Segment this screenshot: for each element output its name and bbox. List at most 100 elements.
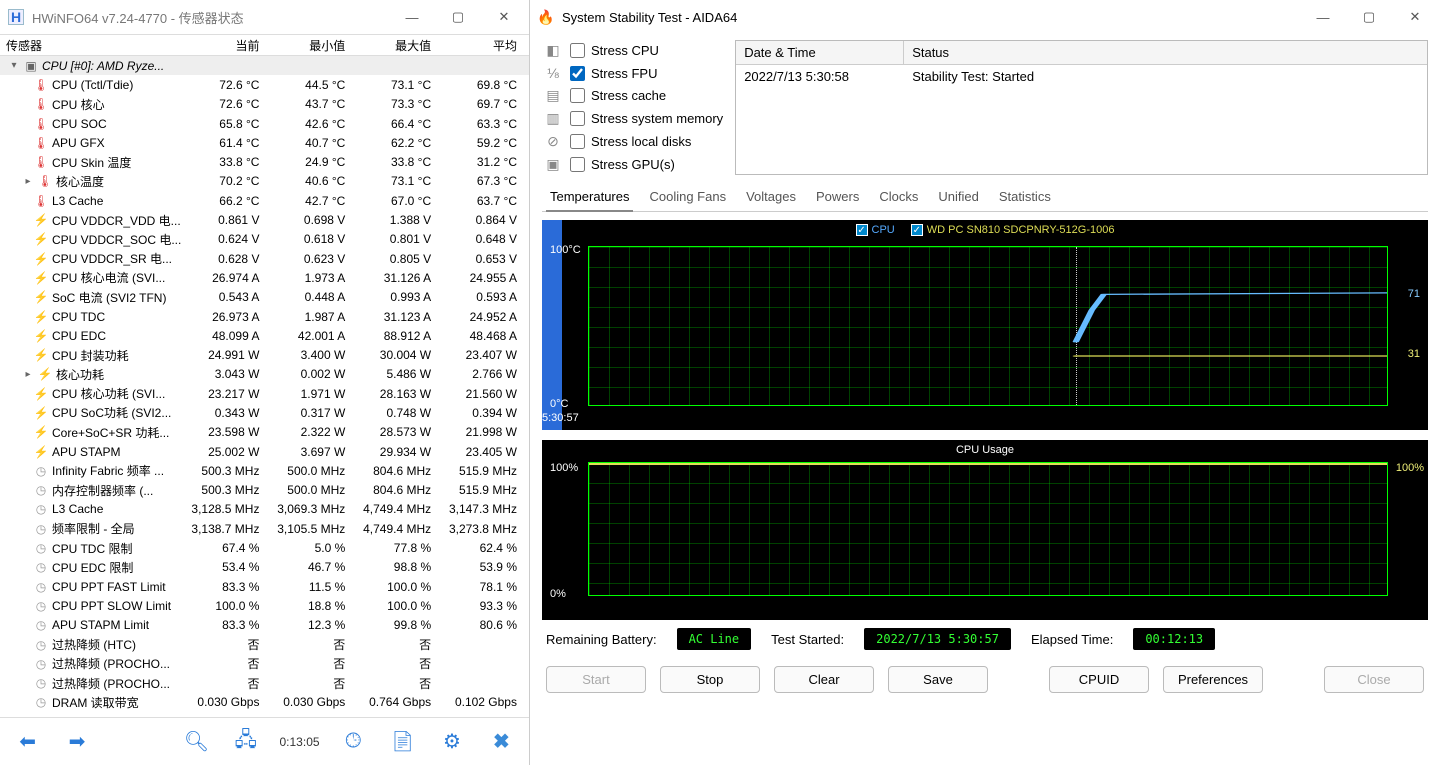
tab-cooling-fans[interactable]: Cooling Fans — [645, 183, 730, 211]
legend-item[interactable]: ✓CPU — [856, 224, 895, 236]
expand-icon[interactable]: ▸ — [22, 369, 34, 380]
sensor-row[interactable]: ⚡CPU SoC功耗 (SVI2...0.343 W0.317 W0.748 W… — [0, 403, 529, 422]
sensor-row[interactable]: ⚡APU STAPM25.002 W3.697 W29.934 W23.405 … — [0, 442, 529, 461]
legend-checkbox-icon[interactable]: ✓ — [856, 224, 868, 236]
sensor-value: 否 — [357, 636, 443, 653]
sensor-row[interactable]: ▸⚡核心功耗3.043 W0.002 W5.486 W2.766 W — [0, 365, 529, 384]
sensor-row[interactable]: 🌡CPU 核心72.6 °C43.7 °C73.3 °C69.7 °C — [0, 95, 529, 114]
sensor-row[interactable]: ⚡CPU VDDCR_SOC 电...0.624 V0.618 V0.801 V… — [0, 230, 529, 249]
sensor-row[interactable]: ⚡Core+SoC+SR 功耗...23.598 W2.322 W28.573 … — [0, 423, 529, 442]
sensor-row[interactable]: ⚡CPU VDDCR_SR 电...0.628 V0.623 V0.805 V0… — [0, 249, 529, 268]
aida-minimize-button[interactable]: ― — [1300, 1, 1346, 33]
tab-unified[interactable]: Unified — [934, 183, 982, 211]
hwinfo-grid[interactable]: ▾▣CPU [#0]: AMD Ryze...🌡CPU (Tctl/Tdie)7… — [0, 56, 529, 717]
back-icon[interactable]: ⬅︎ — [8, 724, 47, 760]
stress-checkbox[interactable] — [570, 111, 585, 126]
sensor-row[interactable]: ⚡CPU TDC26.973 A1.987 A31.123 A24.952 A — [0, 307, 529, 326]
sensor-row[interactable]: ▸🌡核心温度70.2 °C40.6 °C73.1 °C67.3 °C — [0, 172, 529, 191]
sensor-value: 66.4 °C — [357, 117, 443, 131]
sensor-row[interactable]: ◷CPU EDC 限制53.4 %46.7 %98.8 %53.9 % — [0, 558, 529, 577]
sensor-value: 26.973 A — [186, 310, 272, 324]
hwinfo-minimize-button[interactable]: ― — [389, 1, 435, 33]
sensor-row[interactable]: ◷APU STAPM Limit83.3 %12.3 %99.8 %80.6 % — [0, 616, 529, 635]
sensor-row[interactable]: ◷内存控制器频率 (...500.3 MHz500.0 MHz804.6 MHz… — [0, 481, 529, 500]
status-col-datetime[interactable]: Date & Time — [736, 41, 904, 64]
tab-statistics[interactable]: Statistics — [995, 183, 1055, 211]
sensor-row[interactable]: ⚡CPU 核心电流 (SVI...26.974 A1.973 A31.126 A… — [0, 268, 529, 287]
col-min[interactable]: 最小值 — [271, 37, 357, 54]
tab-temperatures[interactable]: Temperatures — [546, 183, 633, 212]
sensor-value: 0.698 V — [271, 213, 357, 227]
stress-checkbox[interactable] — [570, 157, 585, 172]
clock-icon: ◷ — [34, 618, 48, 632]
sensor-value: 43.7 °C — [271, 97, 357, 111]
settings-icon[interactable]: ⚙︎ — [432, 724, 471, 760]
aida-maximize-button[interactable]: ▢ — [1346, 1, 1392, 33]
sensor-row[interactable]: ◷CPU PPT FAST Limit83.3 %11.5 %100.0 %78… — [0, 577, 529, 596]
sensor-value: 21.560 W — [443, 387, 529, 401]
sensor-row[interactable]: ◷L3 Cache3,128.5 MHz3,069.3 MHz4,749.4 M… — [0, 500, 529, 519]
delete-icon[interactable]: ✖ — [482, 724, 521, 760]
hwinfo-close-button[interactable]: ✕ — [481, 1, 527, 33]
col-max[interactable]: 最大值 — [357, 37, 443, 54]
expand-icon[interactable]: ▾ — [8, 60, 20, 71]
save-button[interactable]: Save — [888, 666, 988, 693]
sensor-row[interactable]: ⚡SoC 电流 (SVI2 TFN)0.543 A0.448 A0.993 A0… — [0, 288, 529, 307]
tab-clocks[interactable]: Clocks — [875, 183, 922, 211]
tab-voltages[interactable]: Voltages — [742, 183, 800, 211]
sensor-row[interactable]: ◷频率限制 - 全局3,138.7 MHz3,105.5 MHz4,749.4 … — [0, 519, 529, 538]
sensor-row[interactable]: 🌡CPU Skin 温度33.8 °C24.9 °C33.8 °C31.2 °C — [0, 152, 529, 171]
sensor-row[interactable]: ◷DRAM 读取带宽0.030 Gbps0.030 Gbps0.764 Gbps… — [0, 693, 529, 712]
hwinfo-titlebar[interactable]: H HWiNFO64 v7.24-4770 - 传感器状态 ― ▢ ✕ — [0, 0, 529, 34]
network-icon[interactable]: 🖧 — [226, 724, 265, 760]
stress-checkbox[interactable] — [570, 88, 585, 103]
sensor-row[interactable]: ◷CPU PPT SLOW Limit100.0 %18.8 %100.0 %9… — [0, 596, 529, 615]
stress-checkbox[interactable] — [570, 66, 585, 81]
sensor-value: 否 — [271, 636, 357, 653]
legend-item[interactable]: ✓WD PC SN810 SDCPNRY-512G-1006 — [911, 224, 1115, 236]
sensor-row[interactable]: ⚡CPU 核心功耗 (SVI...23.217 W1.971 W28.163 W… — [0, 384, 529, 403]
expand-icon[interactable]: ▸ — [22, 176, 34, 187]
sensor-row[interactable]: ◷过热降频 (PROCHO...否否否 — [0, 674, 529, 693]
sensor-value: 48.468 A — [443, 329, 529, 343]
hwinfo-maximize-button[interactable]: ▢ — [435, 1, 481, 33]
aida-close-button[interactable]: ✕ — [1392, 1, 1438, 33]
volt-icon: ⚡ — [34, 406, 48, 420]
sensor-row[interactable]: ◷过热降频 (PROCHO...否否否 — [0, 654, 529, 673]
stop-button[interactable]: Stop — [660, 666, 760, 693]
aida-titlebar[interactable]: 🔥 System Stability Test - AIDA64 ― ▢ ✕ — [530, 0, 1440, 34]
sensor-row[interactable]: ◷过热降频 (HTC)否否否 — [0, 635, 529, 654]
sensor-value: 3.043 W — [186, 367, 272, 381]
stress-checkbox[interactable] — [570, 134, 585, 149]
clock-icon[interactable]: 🕒︎ — [334, 724, 373, 760]
stress-label: Stress system memory — [591, 111, 723, 126]
sensor-value: 31.2 °C — [443, 155, 529, 169]
clear-button[interactable]: Clear — [774, 666, 874, 693]
col-sensor[interactable]: 传感器 — [0, 37, 186, 54]
status-col-status[interactable]: Status — [904, 41, 1427, 64]
cpuid-button[interactable]: CPUID — [1049, 666, 1149, 693]
tab-powers[interactable]: Powers — [812, 183, 863, 211]
legend-checkbox-icon[interactable]: ✓ — [911, 224, 923, 236]
col-current[interactable]: 当前 — [186, 37, 272, 54]
status-datetime: 2022/7/13 5:30:58 — [736, 65, 904, 88]
sensor-row[interactable]: ⚡CPU 封装功耗24.991 W3.400 W30.004 W23.407 W — [0, 345, 529, 364]
forward-icon[interactable]: ➡︎ — [57, 724, 96, 760]
preferences-button[interactable]: Preferences — [1163, 666, 1263, 693]
elapsed-label: Elapsed Time: — [1031, 632, 1113, 647]
sensor-row[interactable]: ▾▣CPU [#0]: AMD Ryze... — [0, 56, 529, 75]
zoom-icon[interactable]: 🔍︎ — [177, 724, 216, 760]
col-avg[interactable]: 平均 — [443, 37, 529, 54]
sensor-row[interactable]: ⚡CPU VDDCR_VDD 电...0.861 V0.698 V1.388 V… — [0, 210, 529, 229]
stress-checkbox[interactable] — [570, 43, 585, 58]
sensor-row[interactable]: 🌡APU GFX61.4 °C40.7 °C62.2 °C59.2 °C — [0, 133, 529, 152]
report-icon[interactable]: 📄︎ — [383, 724, 422, 760]
temp-icon: 🌡 — [34, 117, 48, 131]
sensor-row[interactable]: ◷CPU TDC 限制67.4 %5.0 %77.8 %62.4 % — [0, 538, 529, 557]
sensor-row[interactable]: 🌡CPU (Tctl/Tdie)72.6 °C44.5 °C73.1 °C69.… — [0, 75, 529, 94]
sensor-value: 62.4 % — [443, 541, 529, 555]
sensor-row[interactable]: ◷Infinity Fabric 频率 ...500.3 MHz500.0 MH… — [0, 461, 529, 480]
sensor-row[interactable]: 🌡CPU SOC65.8 °C42.6 °C66.4 °C63.3 °C — [0, 114, 529, 133]
sensor-row[interactable]: 🌡L3 Cache66.2 °C42.7 °C67.0 °C63.7 °C — [0, 191, 529, 210]
sensor-row[interactable]: ⚡CPU EDC48.099 A42.001 A88.912 A48.468 A — [0, 326, 529, 345]
